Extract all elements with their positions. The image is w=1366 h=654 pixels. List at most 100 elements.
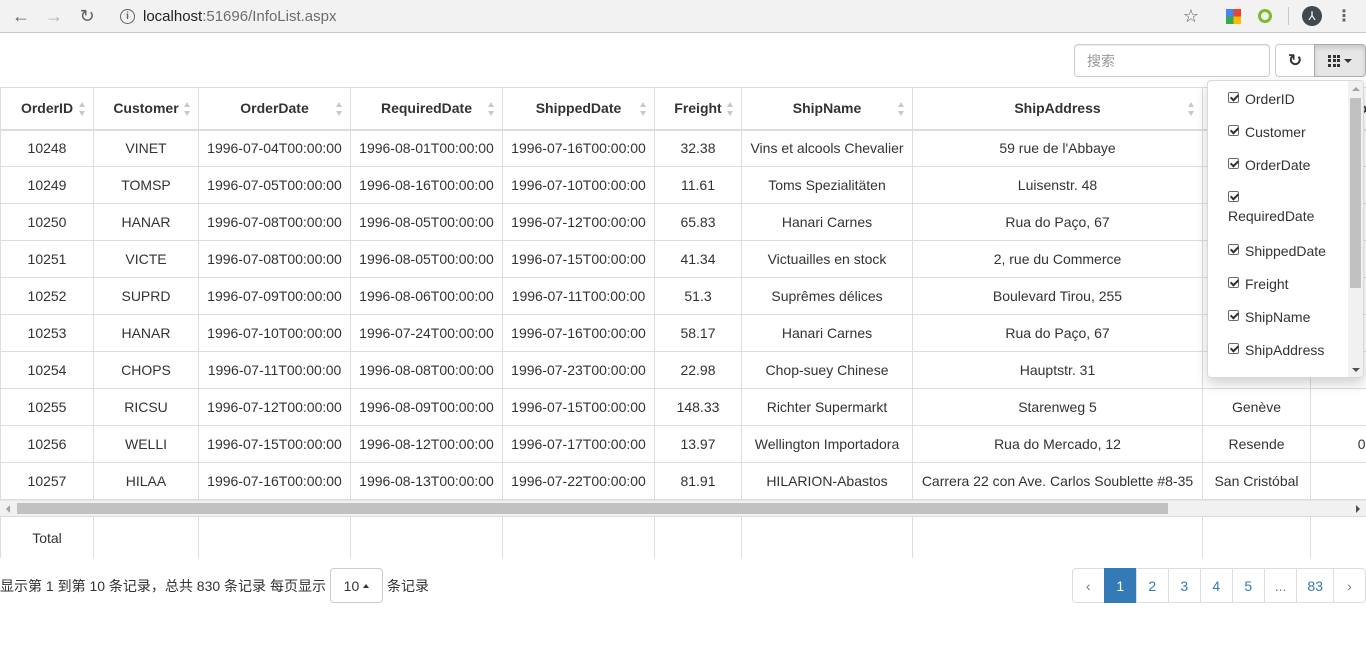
column-header-shippeddate[interactable]: ShippedDate [502,87,655,131]
column-option-shippeddate[interactable]: ShippedDate [1208,239,1350,272]
page-ellipsis[interactable]: ... [1263,568,1298,603]
column-option-label: RequiredDate [1228,208,1315,224]
checkbox-checked-icon[interactable] [1228,310,1239,321]
cell-orderdate: 1996-07-12T00:00:00 [198,388,351,426]
table-row[interactable]: 10253 HANAR 1996-07-10T00:00:00 1996-07-24T… [0,314,1366,352]
column-header-freight[interactable]: Freight [654,87,742,131]
column-header-label: Customer [113,100,179,117]
column-option-label: ShippedDate [1245,243,1326,259]
search-input[interactable] [1074,44,1270,77]
extension-ring-icon[interactable] [1256,3,1274,29]
column-option-shipaddress[interactable]: ShipAddress [1208,338,1350,371]
page-3-button[interactable]: 3 [1167,568,1201,603]
page-2-button[interactable]: 2 [1135,568,1169,603]
table-row[interactable]: 10250 HANAR 1996-07-08T00:00:00 1996-08-05T… [0,203,1366,241]
column-header-label: Freight [674,100,722,117]
refresh-button[interactable]: ↻ [1275,44,1315,77]
cell-requireddate: 1996-08-13T00:00:00 [350,462,503,500]
columns-toggle-button[interactable] [1314,44,1366,77]
sort-icon[interactable] [1188,102,1195,116]
column-header-shipaddress[interactable]: ShipAddress [912,87,1203,131]
table-row[interactable]: 10255 RICSU 1996-07-12T00:00:00 1996-08-09T… [0,388,1366,426]
checkbox-checked-icon[interactable] [1228,343,1239,354]
info-icon[interactable]: i [120,8,135,24]
column-option-shipname[interactable]: ShipName [1208,305,1350,338]
column-header-shipname[interactable]: ShipName [741,87,913,131]
sort-icon[interactable] [488,102,495,116]
column-menu-scroll-thumb[interactable] [1350,98,1361,288]
cell-customer: HILAA [93,462,199,500]
cell-orderid: 10250 [0,203,94,241]
cell-requireddate: 1996-08-05T00:00:00 [350,240,503,278]
column-header-orderdate[interactable]: OrderDate [198,87,351,131]
table-row[interactable]: 10249 TOMSP 1996-07-05T00:00:00 1996-08-16T… [0,166,1366,204]
cell-shipaddress: 59 rue de l'Abbaye [912,129,1203,167]
table-row[interactable]: 10251 VICTE 1996-07-08T00:00:00 1996-08-05T… [0,240,1366,278]
cell-requireddate: 1996-08-01T00:00:00 [350,129,503,167]
column-visibility-menu: OrderID Customer OrderDate RequiredDate Ship… [1207,80,1364,378]
sort-icon[interactable] [640,102,647,116]
reload-icon[interactable]: ↻ [74,4,100,28]
address-bar[interactable]: i localhost:51696/InfoList.aspx [112,3,1212,29]
checkbox-checked-icon[interactable] [1228,125,1239,136]
cell-shippeddate: 1996-07-12T00:00:00 [502,203,655,241]
cell-shipaddress: Hauptstr. 31 [912,351,1203,389]
cell-customer: VICTE [93,240,199,278]
page-4-button[interactable]: 4 [1199,568,1233,603]
column-header-requireddate[interactable]: RequiredDate [350,87,503,131]
next-page-button[interactable]: › [1333,568,1366,603]
extension-colorful-icon[interactable] [1224,3,1242,29]
browser-menu-icon[interactable]: ⋮ [1336,3,1352,29]
checkbox-checked-icon[interactable] [1228,158,1239,169]
checkbox-checked-icon[interactable] [1228,277,1239,288]
column-option-freight[interactable]: Freight [1208,272,1350,305]
column-header-label: ShipName [792,100,862,117]
sort-icon[interactable] [184,102,191,116]
prev-page-button[interactable]: ‹ [1071,568,1105,603]
sort-icon[interactable] [727,102,734,116]
scroll-left-icon[interactable] [0,501,16,517]
table-header-row: OrderID Customer OrderDate RequiredDate Ship… [0,87,1366,131]
cell-shippeddate: 1996-07-11T00:00:00 [502,277,655,315]
cell-shippeddate: 1996-07-16T00:00:00 [502,314,655,352]
scrollbar-thumb[interactable] [17,503,1168,514]
cell-requireddate: 1996-08-09T00:00:00 [350,388,503,426]
column-header-customer[interactable]: Customer [93,87,199,131]
column-option-requireddate[interactable]: RequiredDate [1208,186,1350,239]
sort-icon[interactable] [898,102,905,116]
refresh-icon: ↻ [1287,50,1303,70]
column-option-customer[interactable]: Customer [1208,120,1350,153]
table-row[interactable]: 10256 WELLI 1996-07-15T00:00:00 1996-08-12T… [0,425,1366,463]
cell-requireddate: 1996-08-16T00:00:00 [350,166,503,204]
sort-icon[interactable] [79,102,86,116]
page-1-button[interactable]: 1 [1103,568,1137,603]
column-option-orderdate[interactable]: OrderDate [1208,153,1350,186]
column-option-orderid[interactable]: OrderID [1208,87,1350,120]
horizontal-scrollbar[interactable] [0,500,1366,516]
grid-icon [1328,54,1340,67]
scroll-up-icon[interactable] [1348,81,1363,96]
column-header-orderid[interactable]: OrderID [0,87,94,131]
bookmark-star-icon[interactable]: ☆ [1180,3,1202,29]
table-row[interactable]: 10254 CHOPS 1996-07-11T00:00:00 1996-08-08T… [0,351,1366,389]
table-row[interactable]: 10248 VINET 1996-07-04T00:00:00 1996-08-01T… [0,129,1366,167]
checkbox-checked-icon[interactable] [1228,244,1239,255]
page-5-button[interactable]: 5 [1231,568,1265,603]
forward-arrow-icon[interactable]: → [41,4,67,28]
back-arrow-icon[interactable]: ← [8,4,34,28]
page-83-button[interactable]: 83 [1296,568,1334,603]
sort-icon[interactable] [336,102,343,116]
pagination-summary: 显示第 1 到第 10 条记录，总共 830 条记录 每页显示 [0,577,326,594]
table-row[interactable]: 10257 HILAA 1996-07-16T00:00:00 1996-08-13T… [0,462,1366,500]
checkbox-checked-icon[interactable] [1228,92,1239,103]
page-size-dropdown[interactable]: 10 [329,568,383,603]
column-header-label: OrderDate [240,100,309,117]
column-menu-scrollbar[interactable] [1348,81,1363,377]
cell-freight: 58.17 [654,314,742,352]
extension-profile-icon[interactable]: ⅄ [1301,3,1323,29]
checkbox-checked-icon[interactable] [1228,191,1239,202]
table-row[interactable]: 10252 SUPRD 1996-07-09T00:00:00 1996-08-06T… [0,277,1366,315]
cell-requireddate: 1996-08-05T00:00:00 [350,203,503,241]
scroll-right-icon[interactable] [1350,501,1366,517]
scroll-down-icon[interactable] [1348,362,1363,377]
